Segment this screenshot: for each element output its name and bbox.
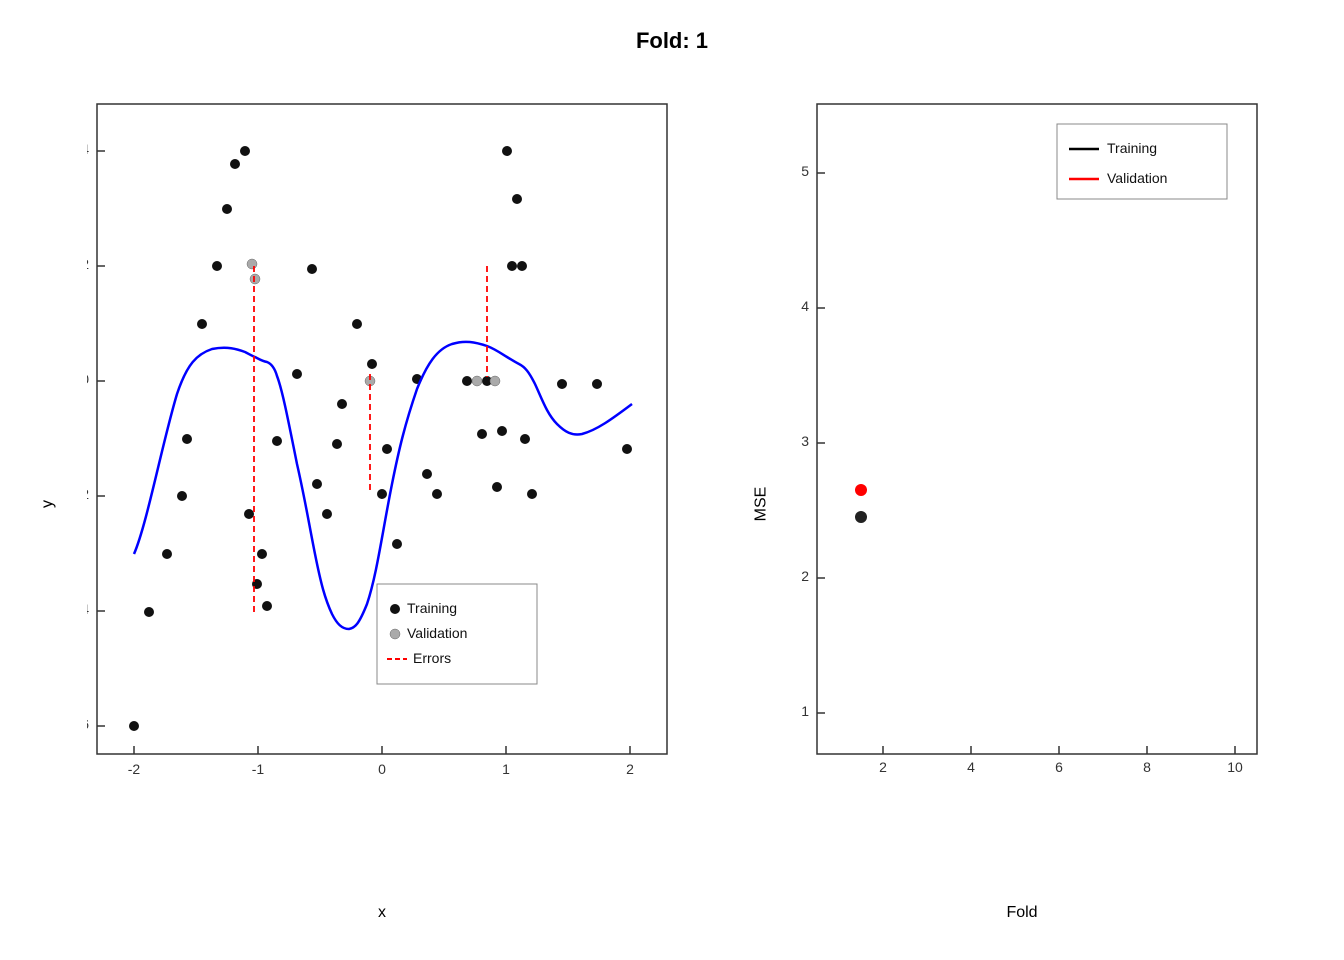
main-title: Fold: 1 [636,28,708,54]
svg-text:0: 0 [87,371,89,387]
svg-text:4: 4 [967,759,975,775]
left-chart-svg: 4 2 0 -2 -4 -6 -2 -1 0 1 [87,94,707,854]
svg-text:2: 2 [87,256,89,272]
svg-text:2: 2 [879,759,887,775]
svg-text:Validation: Validation [407,625,467,641]
svg-text:-2: -2 [128,761,141,777]
svg-text:Validation: Validation [1107,170,1167,186]
svg-text:4: 4 [801,298,809,314]
svg-text:-4: -4 [87,601,89,617]
svg-text:Training: Training [1107,140,1157,156]
right-y-axis-label: MSE [752,487,770,522]
svg-text:Training: Training [407,600,457,616]
left-x-axis-label: x [378,904,386,922]
svg-text:1: 1 [801,703,809,719]
right-chart: MSE Fold 5 4 3 2 1 [732,74,1312,934]
svg-text:5: 5 [801,163,809,179]
svg-text:-1: -1 [252,761,265,777]
svg-text:1: 1 [502,761,510,777]
svg-text:-2: -2 [87,486,89,502]
left-chart: y x 4 2 0 -2 -4 -6 [32,74,732,934]
svg-text:10: 10 [1227,759,1243,775]
svg-text:6: 6 [1055,759,1063,775]
svg-text:-6: -6 [87,716,89,732]
right-x-axis-label: Fold [1006,904,1037,922]
svg-text:4: 4 [87,141,89,157]
svg-text:3: 3 [801,433,809,449]
left-y-axis-label: y [39,500,57,508]
svg-text:2: 2 [626,761,634,777]
svg-text:8: 8 [1143,759,1151,775]
right-chart-svg: 5 4 3 2 1 2 4 6 8 10 [787,94,1287,844]
svg-text:2: 2 [801,568,809,584]
svg-text:Errors: Errors [413,650,451,666]
svg-text:0: 0 [378,761,386,777]
